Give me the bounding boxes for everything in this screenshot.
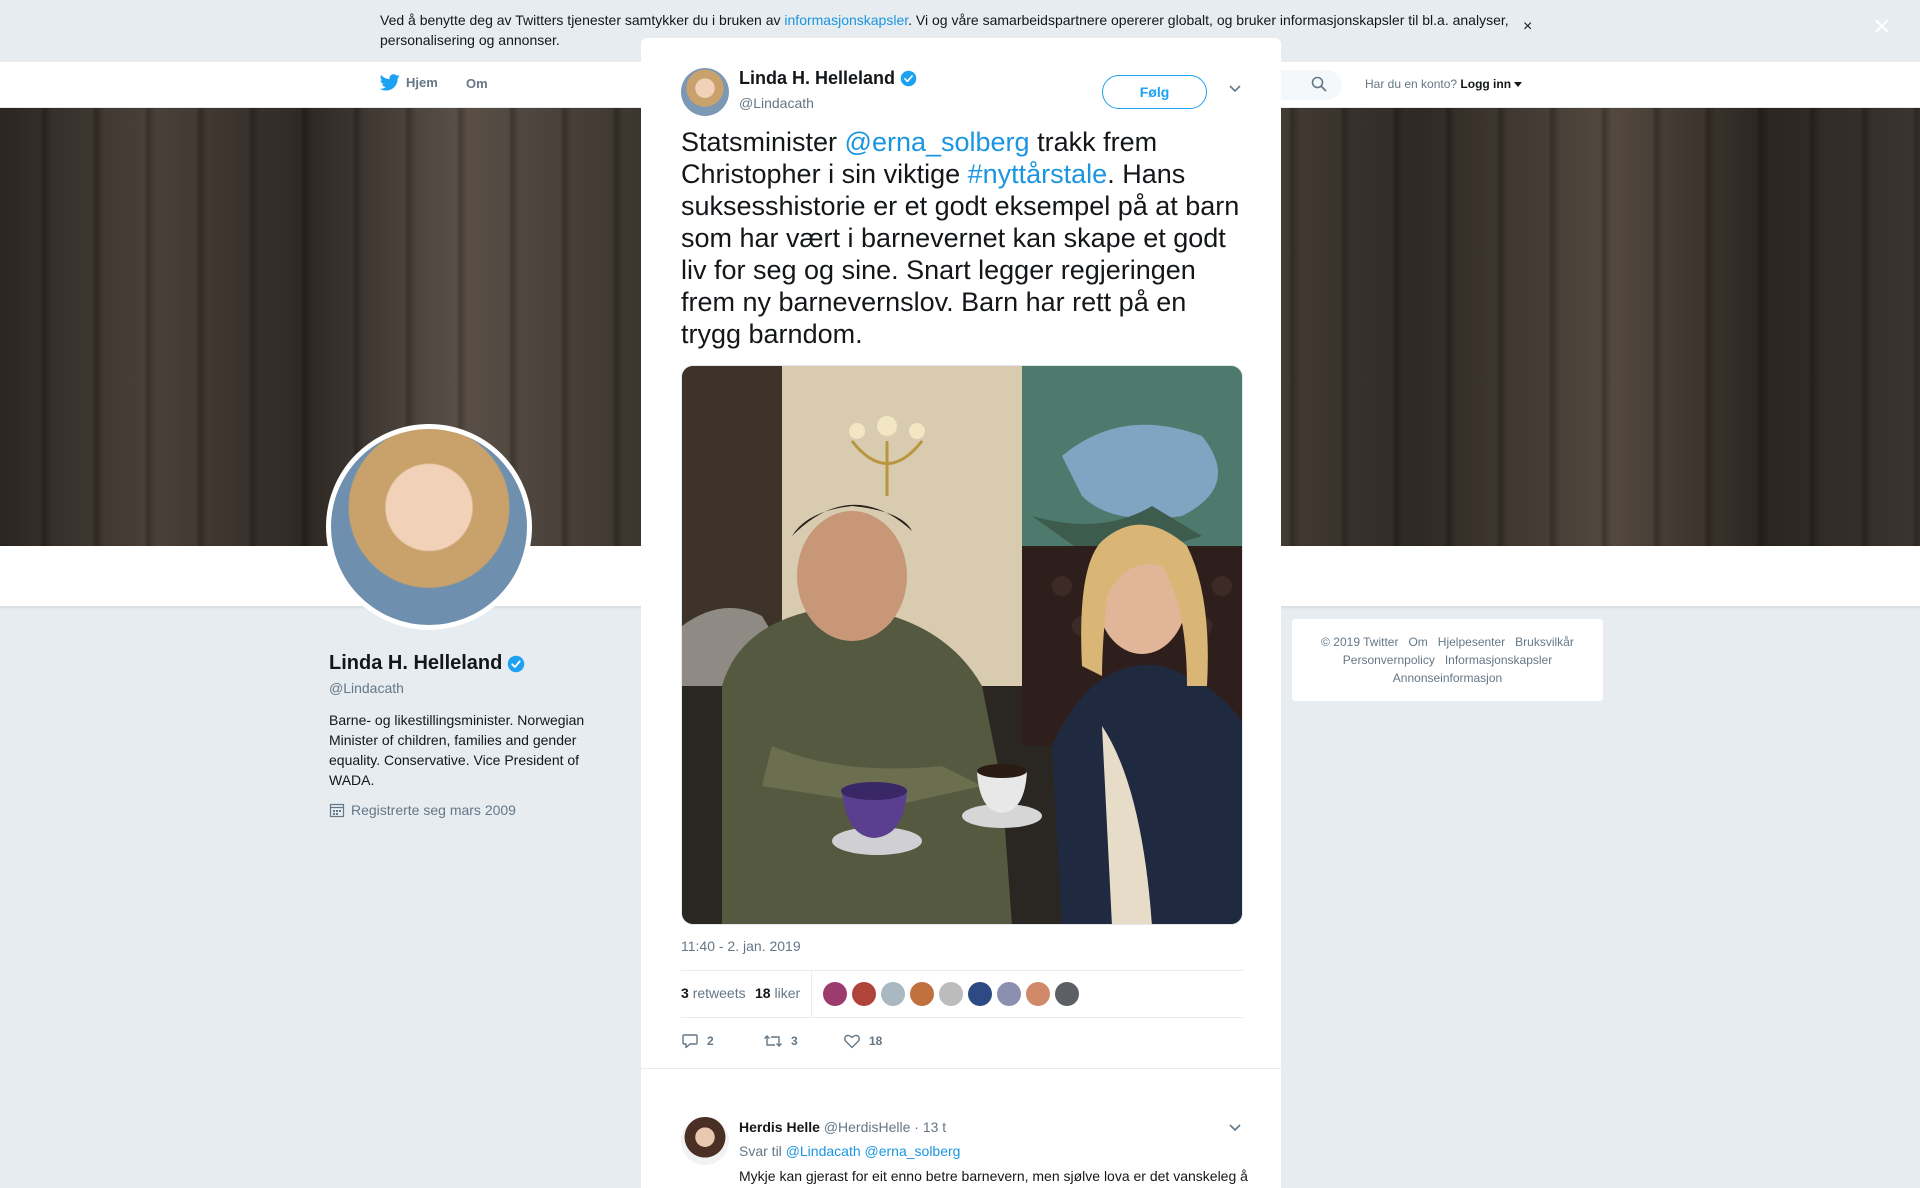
tweet-mention-link[interactable]: @erna_solberg xyxy=(845,127,1030,157)
liker-avatar[interactable] xyxy=(1026,982,1050,1006)
chevron-down-icon[interactable] xyxy=(1228,84,1242,94)
tweet-modal: Linda H. Helleland @Lindacath Følg Stats… xyxy=(641,38,1281,1188)
tweet-text: Statsminister @erna_solberg trakk frem C… xyxy=(681,126,1251,350)
modal-close-button[interactable]: × xyxy=(1873,10,1891,44)
reply-to-label: Svar til xyxy=(739,1143,782,1159)
retweet-icon xyxy=(764,1035,782,1047)
liker-avatar[interactable] xyxy=(852,982,876,1006)
retweets-stat[interactable]: 3 retweets xyxy=(681,985,746,1001)
tweet-stats: 3 retweets 18 liker xyxy=(681,970,1243,1018)
reply-icon xyxy=(682,1034,698,1049)
liker-avatar[interactable] xyxy=(1055,982,1079,1006)
reply-text: Mykje kan gjerast for eit enno betre bar… xyxy=(739,1168,1248,1188)
reply-button[interactable]: 2 xyxy=(681,1032,714,1050)
reply-time[interactable]: · 13 t xyxy=(914,1119,946,1135)
tweet-hashtag-link[interactable]: #nyttårstale xyxy=(968,159,1108,189)
tweet-actions: 2 3 18 xyxy=(681,1028,1243,1058)
tweet-photo[interactable] xyxy=(681,365,1243,925)
reply-to-mention-link[interactable]: @Lindacath xyxy=(786,1143,861,1159)
reply-tweet[interactable]: Herdis Helle @HerdisHelle · 13 t Svar ti… xyxy=(641,1068,1281,1188)
follow-button[interactable]: Følg xyxy=(1102,75,1207,109)
retweets-label: retweets xyxy=(692,985,746,1001)
like-count: 18 xyxy=(869,1034,883,1048)
liker-avatar[interactable] xyxy=(939,982,963,1006)
likes-label: liker xyxy=(774,985,801,1001)
author-name-text: Linda H. Helleland xyxy=(739,68,896,88)
tweet-text-part: Statsminister xyxy=(681,127,845,157)
retweet-button[interactable]: 3 xyxy=(763,1032,798,1050)
like-button[interactable]: 18 xyxy=(843,1032,882,1050)
stats-divider xyxy=(811,971,812,1017)
reply-count: 2 xyxy=(707,1034,714,1048)
chevron-down-icon[interactable] xyxy=(1228,1123,1242,1133)
liker-avatar[interactable] xyxy=(823,982,847,1006)
liker-avatars xyxy=(823,982,1079,1006)
heart-icon xyxy=(844,1034,860,1049)
author-handle[interactable]: @Lindacath xyxy=(739,95,814,111)
liker-avatar[interactable] xyxy=(997,982,1021,1006)
reply-to: Svar til @Lindacath @erna_solberg xyxy=(739,1143,960,1159)
reply-author-handle[interactable]: @HerdisHelle xyxy=(824,1119,911,1135)
reply-author-name[interactable]: Herdis Helle xyxy=(739,1119,820,1135)
photo-illustration xyxy=(682,366,1242,924)
retweet-count: 3 xyxy=(791,1034,798,1048)
reply-author-avatar[interactable] xyxy=(681,1117,729,1165)
verified-badge-icon xyxy=(900,70,917,87)
reply-to-mention-link[interactable]: @erna_solberg xyxy=(865,1143,961,1159)
liker-avatar[interactable] xyxy=(910,982,934,1006)
tweet-timestamp[interactable]: 11:40 - 2. jan. 2019 xyxy=(681,938,801,954)
reply-header: Herdis Helle @HerdisHelle · 13 t xyxy=(739,1119,946,1135)
author-name[interactable]: Linda H. Helleland xyxy=(739,68,917,89)
retweets-count: 3 xyxy=(681,985,689,1001)
likes-count: 18 xyxy=(755,985,771,1001)
author-avatar[interactable] xyxy=(681,68,729,116)
likes-stat[interactable]: 18 liker xyxy=(755,985,800,1001)
liker-avatar[interactable] xyxy=(881,982,905,1006)
liker-avatar[interactable] xyxy=(968,982,992,1006)
